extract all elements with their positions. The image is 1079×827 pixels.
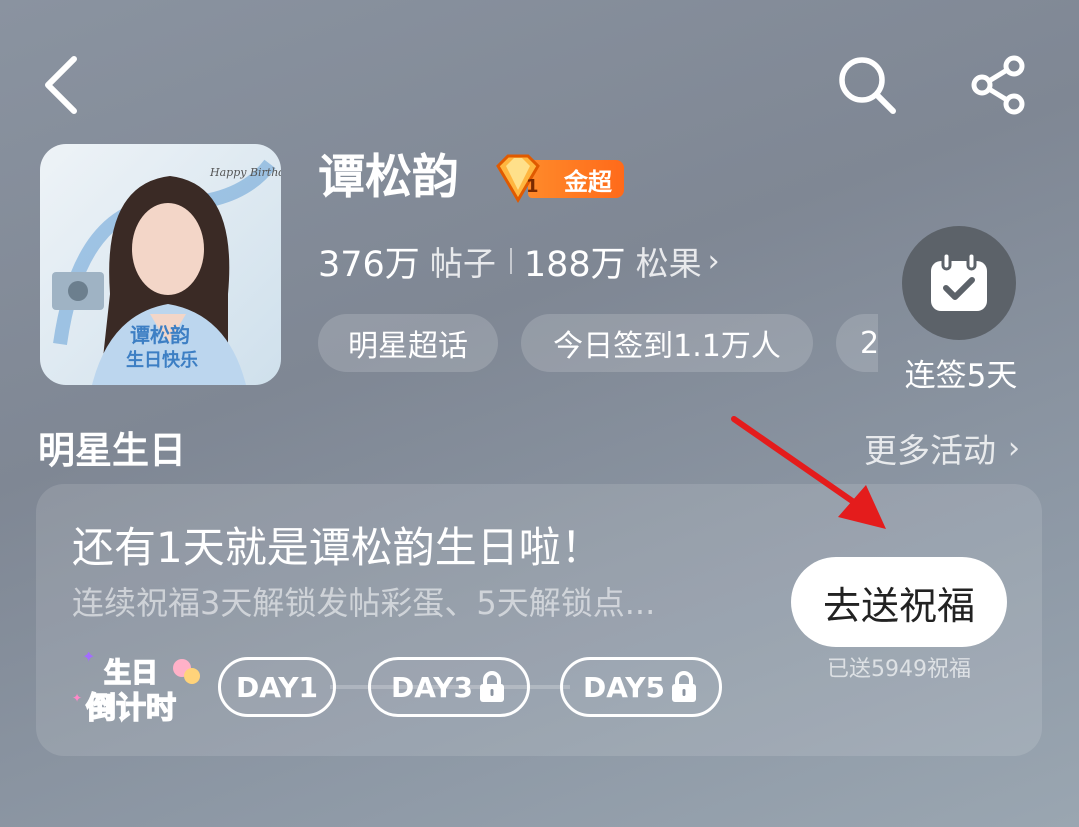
topic-avatar[interactable]: 谭松韵 生日快乐 Happy Birthday — [40, 144, 281, 385]
posts-count: 376万 — [318, 244, 420, 285]
fans-label[interactable]: 松果 — [636, 237, 702, 285]
calendar-check-icon — [931, 251, 987, 311]
send-wishes-button[interactable]: 去送祝福 — [791, 557, 1007, 647]
top-bar — [0, 0, 1079, 150]
search-icon — [839, 57, 896, 114]
day5-label: DAY5 — [583, 670, 665, 704]
svg-text:生日快乐: 生日快乐 — [126, 349, 198, 371]
day1-label: DAY1 — [236, 670, 318, 704]
search-button[interactable] — [834, 52, 900, 118]
day3-label: DAY3 — [391, 670, 473, 704]
svg-text:✦: ✦ — [72, 691, 82, 705]
badge-level: 1 — [526, 176, 539, 197]
tag-star-topic[interactable]: 明星超话 — [318, 314, 498, 372]
share-icon — [971, 55, 1025, 115]
countdown-line1: 生日 — [104, 658, 158, 689]
svg-text:谭松韵: 谭松韵 — [130, 323, 190, 347]
day5-milestone[interactable]: DAY5 — [560, 657, 722, 717]
birthday-card-title: 还有1天就是谭松韵生日啦！ — [72, 523, 603, 572]
chevron-right-icon: › — [1008, 430, 1020, 466]
birthday-countdown-logo: ✦ ✦ 生日 倒计时 — [72, 652, 200, 726]
chevron-right-icon[interactable]: › — [708, 244, 720, 279]
stats-divider — [509, 248, 512, 274]
section-title: 明星生日 — [38, 429, 186, 472]
avatar-image: 谭松韵 生日快乐 Happy Birthday — [40, 144, 281, 385]
annotation-arrow-icon — [731, 416, 886, 529]
posts-label: 帖子 — [429, 244, 496, 283]
topic-name: 谭松韵 — [318, 150, 459, 205]
tag-more[interactable]: 2 — [836, 314, 878, 372]
tag-checkin-today[interactable]: 今日签到1.1万人 — [521, 314, 813, 372]
chevron-left-icon — [45, 56, 77, 114]
day1-milestone[interactable]: DAY1 — [218, 657, 336, 717]
share-button[interactable] — [964, 52, 1034, 118]
topic-tags: 明星超话 今日签到1.1万人 2 — [318, 314, 878, 372]
checkin-button[interactable] — [902, 226, 1016, 340]
svg-text:Happy Birthday: Happy Birthday — [209, 166, 281, 179]
back-button[interactable] — [30, 50, 90, 120]
lock-icon — [477, 671, 507, 703]
birthday-card-subtitle: 连续祝福3天解锁发帖彩蛋、5天解锁点... — [72, 584, 656, 622]
countdown-line2: 倒计时 — [85, 691, 176, 726]
lock-icon — [669, 671, 699, 703]
fans-count[interactable]: 188万 — [524, 236, 626, 287]
gold-super-badge[interactable]: 金超 1 — [492, 154, 624, 203]
topic-stats: 376万 帖子 188万 松果 › — [318, 234, 720, 288]
wishes-sent-count: 已送5949祝福 — [827, 657, 971, 682]
checkin-streak-label: 连签5天 — [904, 358, 1018, 394]
day3-milestone[interactable]: DAY3 — [368, 657, 530, 717]
svg-text:✦: ✦ — [82, 652, 95, 666]
